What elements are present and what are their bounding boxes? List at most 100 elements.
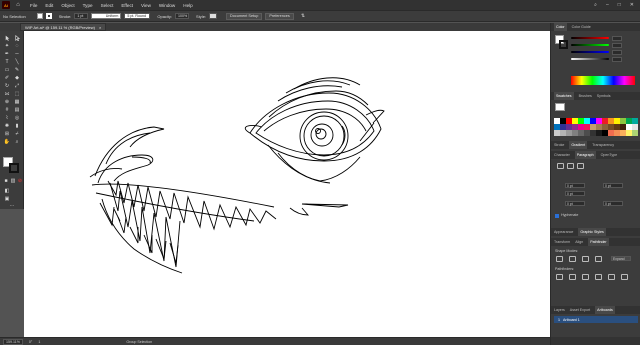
slider-b-track[interactable]	[571, 51, 609, 53]
indent-left-field[interactable]: 0 pt	[565, 183, 585, 188]
slider-r-track[interactable]	[571, 37, 609, 39]
slider-k[interactable]	[571, 56, 633, 62]
hand-tool-icon[interactable]: ✋	[3, 138, 11, 145]
shape-builder-tool-icon[interactable]: ⊕	[3, 98, 11, 105]
artboard[interactable]	[24, 31, 550, 337]
rotation-field[interactable]: 0°	[29, 340, 32, 344]
slider-k-value[interactable]	[612, 56, 622, 62]
document-tab[interactable]: WIP Art.ai* @ 159.11 % (RGB/Preview) ×	[20, 23, 107, 31]
merge-icon[interactable]	[582, 274, 589, 280]
edit-toolbar-icon[interactable]: ···	[8, 202, 16, 209]
align-center-icon[interactable]	[567, 163, 574, 169]
rectangle-tool-icon[interactable]: ▭	[3, 66, 11, 73]
tab-graphic-styles[interactable]: Graphic Styles	[578, 228, 606, 236]
home-icon[interactable]: ⌂	[14, 1, 22, 9]
swatch-cell[interactable]	[632, 130, 638, 136]
menu-select[interactable]: Select	[101, 3, 114, 8]
perspective-grid-tool-icon[interactable]: ▦	[13, 98, 21, 105]
tab-opentype[interactable]: OpenType	[601, 153, 618, 157]
tab-align[interactable]: Align	[575, 240, 583, 244]
indent-right-field[interactable]: 0 pt	[603, 183, 623, 188]
zoom-tool-icon[interactable]: ⌕	[13, 138, 21, 145]
unite-icon[interactable]	[556, 256, 563, 262]
line-tool-icon[interactable]: ╲	[13, 58, 21, 65]
tab-gradient[interactable]: Gradient	[569, 141, 588, 149]
rotate-tool-icon[interactable]: ↻	[3, 82, 11, 89]
menu-help[interactable]: Help	[183, 3, 192, 8]
tab-layers[interactable]: Layers	[554, 308, 565, 312]
space-after-field[interactable]: 0 pt	[603, 201, 623, 206]
column-graph-tool-icon[interactable]: ▮	[13, 122, 21, 129]
slider-b-value[interactable]	[612, 49, 622, 55]
preferences-button[interactable]: Preferences	[265, 12, 294, 20]
first-line-indent-field[interactable]: 0 pt	[565, 191, 585, 196]
exclude-icon[interactable]	[595, 256, 602, 262]
type-tool-icon[interactable]: T	[3, 58, 11, 65]
variable-width-profile[interactable]: Uniform	[91, 13, 122, 19]
intersect-icon[interactable]	[582, 256, 589, 262]
tab-color-guide[interactable]: Color Guide	[572, 25, 591, 29]
selection-tool-icon[interactable]	[3, 34, 11, 41]
menu-view[interactable]: View	[141, 3, 151, 8]
symbol-sprayer-tool-icon[interactable]: ✺	[3, 122, 11, 129]
tab-brushes[interactable]: Brushes	[579, 94, 592, 98]
tab-color[interactable]: Color	[554, 23, 567, 31]
slider-g[interactable]	[571, 42, 633, 48]
tab-transparency[interactable]: Transparency	[592, 143, 614, 147]
eraser-tool-icon[interactable]: ◆	[13, 74, 21, 81]
minus-back-icon[interactable]	[621, 274, 628, 280]
scale-tool-icon[interactable]: ⤢	[13, 82, 21, 89]
menu-object[interactable]: Object	[61, 3, 74, 8]
magic-wand-tool-icon[interactable]: ✦	[3, 42, 11, 49]
zoom-field[interactable]: 159.11%	[3, 338, 23, 345]
document-setup-button[interactable]: Document Setup	[226, 12, 263, 20]
slider-g-track[interactable]	[571, 44, 609, 46]
slice-tool-icon[interactable]: ⌿	[13, 130, 21, 137]
paintbrush-tool-icon[interactable]: ✎	[13, 66, 21, 73]
close-tab-icon[interactable]: ×	[99, 25, 101, 30]
current-swatch[interactable]	[555, 103, 565, 111]
artboard-tool-icon[interactable]: ⊞	[3, 130, 11, 137]
style-picker[interactable]	[209, 13, 218, 19]
curvature-tool-icon[interactable]: ∽	[13, 50, 21, 57]
menu-file[interactable]: File	[30, 3, 37, 8]
blend-tool-icon[interactable]: ◎	[13, 114, 21, 121]
tab-paragraph[interactable]: Paragraph	[574, 151, 596, 159]
menu-effect[interactable]: Effect	[121, 3, 133, 8]
tab-symbols[interactable]: Symbols	[597, 94, 611, 98]
arrange-icon[interactable]: ⇅	[301, 13, 305, 19]
minus-front-icon[interactable]	[569, 256, 576, 262]
brush-definition[interactable]: 5 pt. Round	[124, 13, 151, 19]
tab-artboards[interactable]: Artboards	[595, 306, 615, 314]
eyedropper-tool-icon[interactable]: ⌇	[3, 114, 11, 121]
mesh-tool-icon[interactable]: #	[3, 106, 11, 113]
hyphenate-checkbox[interactable]	[555, 214, 559, 218]
artboard-navigator[interactable]: 1	[38, 340, 40, 344]
slider-r[interactable]	[571, 35, 633, 41]
panel-stroke-swatch[interactable]	[559, 40, 568, 49]
divide-icon[interactable]	[556, 274, 563, 280]
shaper-tool-icon[interactable]: ✐	[3, 74, 11, 81]
screen-mode-icon[interactable]: ▣	[3, 195, 11, 202]
space-before-field[interactable]: 0 pt	[565, 201, 585, 206]
tab-character[interactable]: Character	[554, 153, 570, 157]
fill-swatch[interactable]	[36, 13, 43, 19]
tab-pathfinder[interactable]: Pathfinder	[588, 238, 609, 246]
stroke-swatch[interactable]	[45, 13, 52, 19]
tab-swatches[interactable]: Swatches	[554, 92, 574, 100]
slider-r-value[interactable]	[612, 35, 622, 41]
menu-type[interactable]: Type	[83, 3, 93, 8]
tab-appearance[interactable]: Appearance	[554, 230, 573, 234]
pen-tool-icon[interactable]: ✒	[3, 50, 11, 57]
close-icon[interactable]: ✕	[630, 2, 634, 8]
width-tool-icon[interactable]: ⟗	[3, 90, 11, 97]
expand-button[interactable]: Expand	[611, 256, 631, 261]
slider-b[interactable]	[571, 49, 633, 55]
draw-mode-icon[interactable]: ◧	[3, 187, 11, 194]
menu-edit[interactable]: Edit	[45, 3, 53, 8]
align-right-icon[interactable]	[577, 163, 584, 169]
tab-transform[interactable]: Transform	[554, 240, 570, 244]
trim-icon[interactable]	[569, 274, 576, 280]
opacity-field[interactable]: 100%	[175, 13, 190, 19]
none-mode-icon[interactable]: ⊘	[16, 177, 24, 184]
